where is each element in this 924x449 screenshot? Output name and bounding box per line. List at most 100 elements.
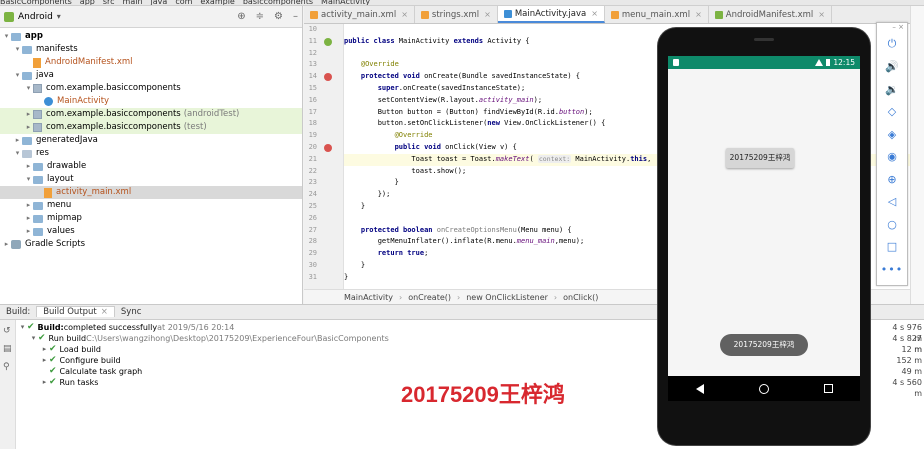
expand-arrow-icon[interactable]: ▸ <box>24 225 33 238</box>
tree-item[interactable]: ▸ generatedJava <box>0 134 302 147</box>
build-tab[interactable]: Build Output × <box>36 305 115 317</box>
expand-arrow-icon[interactable]: ▸ <box>24 199 33 212</box>
close-icon[interactable]: × <box>484 10 491 19</box>
tree-item[interactable]: AndroidManifest.xml <box>0 56 302 69</box>
line-number: 15 <box>308 83 317 92</box>
breadcrumb-item[interactable]: new OnClickListener <box>466 293 548 302</box>
xml-icon <box>44 187 52 198</box>
editor-tab[interactable]: menu_main.xml × <box>605 6 709 23</box>
tree-item[interactable]: ▸ drawable <box>0 160 302 173</box>
project-tree: ▾ app ▾ manifests AndroidManifest.xml ▾ java ▾ c… <box>0 28 302 251</box>
tree-item[interactable]: ▾ manifests <box>0 43 302 56</box>
tree-item[interactable]: MainActivity <box>0 95 302 108</box>
zoom-icon[interactable]: ⊕ <box>877 168 907 191</box>
collapse-icon[interactable]: ≑ <box>256 11 264 22</box>
override-marker-icon[interactable] <box>324 144 332 152</box>
breadcrumb-item[interactable]: onClick() <box>563 293 598 302</box>
hide-icon[interactable]: – <box>293 11 298 22</box>
tree-item[interactable]: ▾ java <box>0 69 302 82</box>
android-icon <box>4 11 14 22</box>
line-number: 17 <box>308 107 317 116</box>
build-tab[interactable]: Sync <box>115 307 148 317</box>
expand-arrow-icon[interactable]: ▸ <box>40 355 49 366</box>
tree-item[interactable]: ▾ layout <box>0 173 302 186</box>
expand-arrow-icon[interactable]: ▸ <box>13 134 22 147</box>
expand-arrow-icon[interactable]: ▾ <box>13 43 22 56</box>
nav-recent-icon[interactable] <box>823 384 833 393</box>
file-icon <box>420 10 429 19</box>
expand-arrow-icon[interactable]: ▸ <box>24 160 33 173</box>
gradle-icon <box>11 240 21 249</box>
breadcrumb-item[interactable]: onCreate() <box>408 293 451 302</box>
editor-tab[interactable]: AndroidManifest.xml × <box>709 6 832 23</box>
close-icon[interactable]: × <box>591 9 598 18</box>
gear-icon[interactable]: ⚙ <box>274 11 283 22</box>
expand-arrow-icon[interactable]: ▸ <box>40 377 49 388</box>
tree-item[interactable]: activity_main.xml <box>0 186 302 199</box>
tree-item[interactable]: ▾ res <box>0 147 302 160</box>
expand-arrow-icon[interactable]: ▾ <box>18 322 27 333</box>
expand-arrow-icon[interactable]: ▾ <box>13 69 22 82</box>
tree-item[interactable]: ▸ mipmap <box>0 212 302 225</box>
home-icon[interactable]: ○ <box>877 213 907 236</box>
folder-icon <box>22 136 32 145</box>
expand-arrow-icon[interactable]: ▾ <box>24 173 33 186</box>
project-view-selector[interactable]: Android <box>18 12 53 22</box>
nav-back-icon[interactable] <box>695 383 704 394</box>
editor-tab[interactable]: MainActivity.java × <box>497 6 605 23</box>
expand-arrow-icon[interactable]: ▸ <box>24 212 33 225</box>
close-icon[interactable]: × <box>695 10 702 19</box>
close-icon[interactable]: × <box>401 10 408 19</box>
close-icon[interactable]: × <box>818 10 825 19</box>
tab-label: MainActivity.java <box>514 8 587 19</box>
tree-item[interactable]: ▾ app <box>0 30 302 43</box>
expand-arrow-icon[interactable]: ▾ <box>24 82 33 95</box>
expand-arrow-icon[interactable]: ▸ <box>2 238 11 251</box>
expand-arrow-icon[interactable]: ▾ <box>29 333 38 344</box>
editor-tab[interactable]: activity_main.xml × <box>304 6 415 23</box>
volume-down-icon[interactable]: 🔉 <box>877 78 907 101</box>
build-tab-label: Sync <box>120 306 142 317</box>
tree-item[interactable]: ▸ values <box>0 225 302 238</box>
override-marker-icon[interactable] <box>324 37 332 46</box>
overview-icon[interactable]: □ <box>877 236 907 259</box>
pin-icon[interactable]: ⚲ <box>3 362 13 372</box>
expand-arrow-icon[interactable]: ▸ <box>40 344 49 355</box>
close-icon[interactable]: × <box>101 307 108 317</box>
nav-home-icon[interactable] <box>758 383 769 394</box>
volume-up-icon[interactable]: 🔊 <box>877 56 907 79</box>
tree-item[interactable]: ▸ com.example.basiccomponents (androidTes… <box>0 108 302 121</box>
more-icon[interactable]: ••• <box>877 258 907 281</box>
tree-item[interactable]: ▾ com.example.basiccomponents <box>0 82 302 95</box>
chevron-down-icon[interactable]: ▾ <box>57 12 61 21</box>
expand-arrow-icon[interactable]: ▸ <box>24 121 33 134</box>
check-icon: ✔ <box>49 344 57 354</box>
line-number: 27 <box>308 225 317 234</box>
tree-item-label: generatedJava <box>36 135 98 145</box>
tree-item[interactable]: ▸ Gradle Scripts <box>0 238 302 251</box>
expand-arrow-icon[interactable]: ▾ <box>2 30 11 43</box>
app-button[interactable]: 20175209王梓鸿 <box>726 148 794 168</box>
close-icon[interactable]: – × <box>877 23 907 33</box>
back-icon[interactable]: ◁ <box>877 191 907 214</box>
expand-arrow-icon[interactable]: ▾ <box>13 147 22 160</box>
power-icon[interactable]: ⏻ <box>877 33 907 56</box>
tree-item-label: MainActivity <box>57 96 110 106</box>
rotate-left-icon[interactable]: ◇ <box>877 101 907 124</box>
camera-icon[interactable]: ◉ <box>877 146 907 169</box>
rotate-right-icon[interactable]: ◈ <box>877 123 907 146</box>
line-number: 13 <box>308 60 317 69</box>
emulator-toolbar: – × ⏻ 🔊 🔉 ◇ ◈ ◉ ⊕ ◁ ○ □ ••• <box>876 22 908 286</box>
tree-item[interactable]: ▸ com.example.basiccomponents (test) <box>0 121 302 134</box>
emulator-screen[interactable]: 12:15 20175209王梓鸿 20175209王梓鸿 <box>668 56 860 401</box>
tree-item[interactable]: ▸ menu <box>0 199 302 212</box>
file-icon <box>714 10 723 19</box>
expand-arrow-icon[interactable]: ▸ <box>24 108 33 121</box>
editor-tab[interactable]: strings.xml × <box>415 6 498 23</box>
sync-icon[interactable]: ⊕ <box>237 11 245 22</box>
toggle-view-icon[interactable]: ▤ <box>3 344 13 354</box>
speaker-grille <box>754 38 774 41</box>
breadcrumb-item[interactable]: MainActivity <box>344 293 393 302</box>
line-number: 25 <box>308 201 317 210</box>
rebuild-icon[interactable]: ↺ <box>3 326 13 336</box>
